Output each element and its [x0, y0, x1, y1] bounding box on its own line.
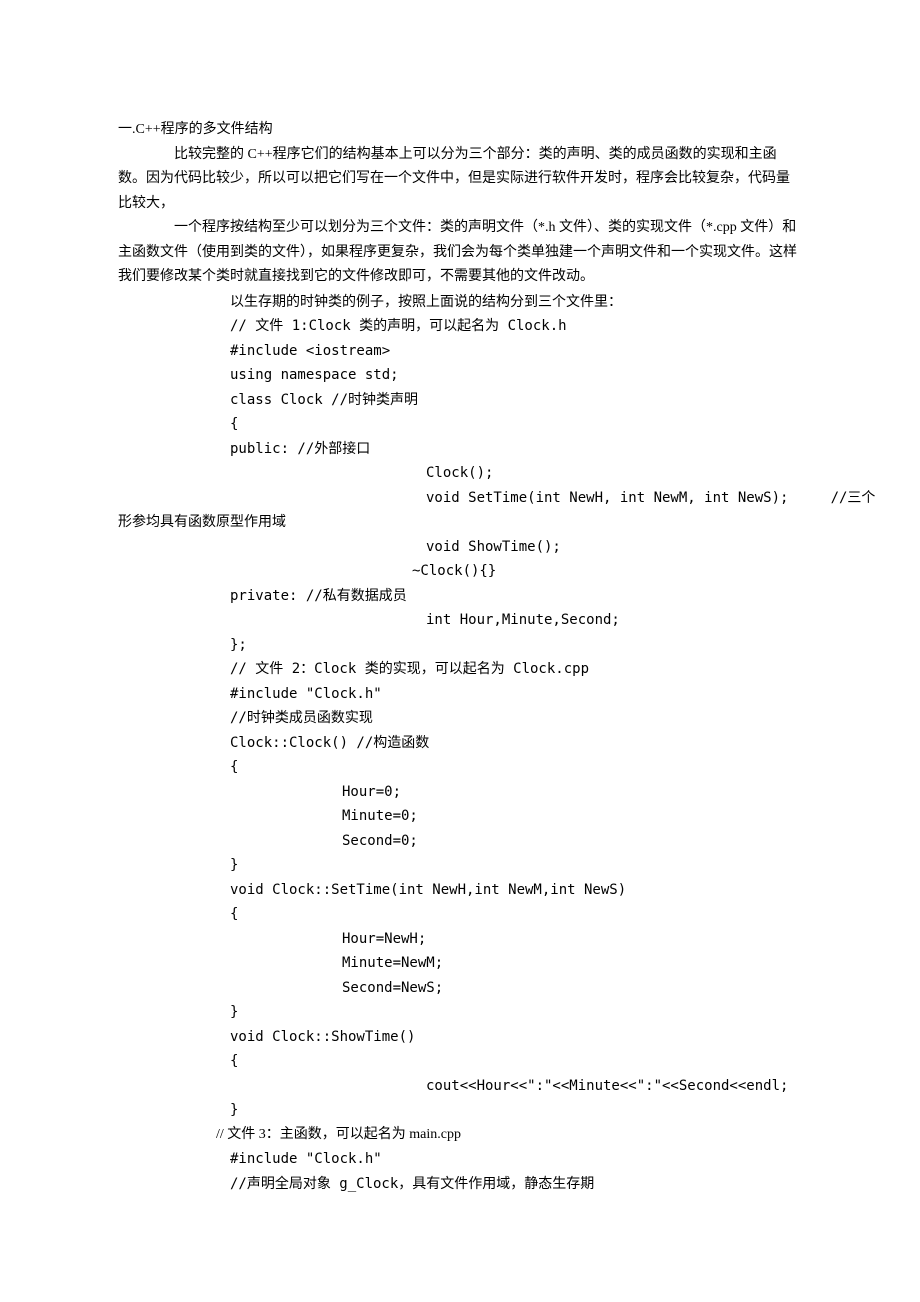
code-line: }	[118, 1000, 802, 1025]
code-line: void ShowTime();	[118, 535, 802, 560]
code-line: // 文件 3：主函数，可以起名为 main.cpp	[118, 1123, 802, 1148]
code-line: }	[118, 853, 802, 878]
code-line: {	[118, 412, 802, 437]
code-line: }	[118, 1098, 802, 1123]
code-line: #include "Clock.h"	[118, 682, 802, 707]
code-line: {	[118, 1049, 802, 1074]
section-title: 一.C++程序的多文件结构	[118, 118, 802, 143]
code-line: public: //外部接口	[118, 437, 802, 462]
code-line: Hour=0;	[118, 780, 802, 805]
code-line: 形参均具有函数原型作用域	[118, 510, 802, 535]
code-line: #include "Clock.h"	[118, 1147, 802, 1172]
code-line: Clock();	[118, 461, 802, 486]
code-line: {	[118, 902, 802, 927]
code-line: // 文件 1:Clock 类的声明，可以起名为 Clock.h	[118, 314, 802, 339]
code-line: 以生存期的时钟类的例子，按照上面说的结构分到三个文件里：	[118, 290, 802, 315]
code-line: class Clock //时钟类声明	[118, 388, 802, 413]
code-line: Second=NewS;	[118, 976, 802, 1001]
paragraph-1: 比较完整的 C++程序它们的结构基本上可以分为三个部分：类的声明、类的成员函数的…	[118, 143, 802, 217]
code-line: #include <iostream>	[118, 339, 802, 364]
code-line: Second=0;	[118, 829, 802, 854]
code-line: //声明全局对象 g_Clock，具有文件作用域，静态生存期	[118, 1172, 802, 1197]
code-line: private: //私有数据成员	[118, 584, 802, 609]
code-line: void SetTime(int NewH, int NewM, int New…	[118, 486, 802, 511]
code-line: int Hour,Minute,Second;	[118, 608, 802, 633]
code-line: ~Clock(){}	[118, 559, 802, 584]
code-line: Minute=NewM;	[118, 951, 802, 976]
code-line: Minute=0;	[118, 804, 802, 829]
code-line: // 文件 2：Clock 类的实现，可以起名为 Clock.cpp	[118, 657, 802, 682]
document-page: 一.C++程序的多文件结构 比较完整的 C++程序它们的结构基本上可以分为三个部…	[0, 0, 920, 1302]
paragraph-2: 一个程序按结构至少可以划分为三个文件：类的声明文件（*.h 文件）、类的实现文件…	[118, 216, 802, 290]
code-line: Clock::Clock() //构造函数	[118, 731, 802, 756]
code-line: Hour=NewH;	[118, 927, 802, 952]
code-line: cout<<Hour<<":"<<Minute<<":"<<Second<<en…	[118, 1074, 802, 1099]
code-line: {	[118, 755, 802, 780]
code-line: using namespace std;	[118, 363, 802, 388]
code-line: void Clock::SetTime(int NewH,int NewM,in…	[118, 878, 802, 903]
code-line: //时钟类成员函数实现	[118, 706, 802, 731]
code-line: void Clock::ShowTime()	[118, 1025, 802, 1050]
code-line: };	[118, 633, 802, 658]
